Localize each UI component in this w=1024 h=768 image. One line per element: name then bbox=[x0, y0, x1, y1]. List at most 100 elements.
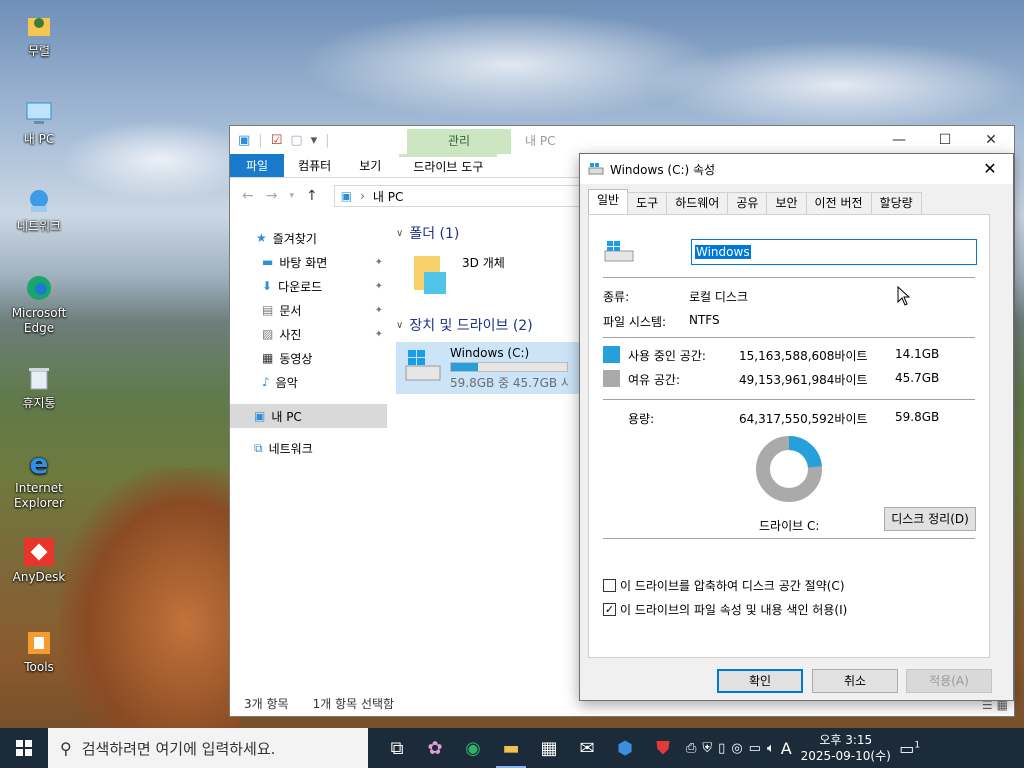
tab-hardware[interactable]: 하드웨어 bbox=[666, 192, 729, 214]
minimize-icon[interactable]: — bbox=[876, 126, 922, 154]
ie-icon: e bbox=[29, 446, 49, 480]
taskbar-search-box[interactable]: ⚲ 검색하려면 여기에 입력하세요. bbox=[48, 728, 368, 768]
capacity-label: 용량: bbox=[628, 412, 655, 426]
volume-icon[interactable]: 🔈︎ bbox=[767, 741, 775, 756]
nav-item-videos[interactable]: ▦ 동영상 bbox=[230, 346, 387, 370]
checkbox[interactable] bbox=[603, 579, 616, 592]
close-icon[interactable]: ✕ bbox=[968, 126, 1014, 154]
status-bar: 3개 항목 1개 항목 선택함 bbox=[244, 695, 394, 712]
network-tray-icon[interactable]: ▭ bbox=[749, 741, 761, 756]
properties-icon[interactable]: ☑ bbox=[271, 133, 283, 148]
up-icon[interactable]: ↑ bbox=[306, 188, 318, 204]
drive-item-c[interactable]: Windows (C:) 59.8GB 중 45.7GB 사용 가능 bbox=[396, 342, 596, 394]
taskbar-apps: ⧉ ✿ ◉ ▬ ▦ ✉ ⬢ ⛊ bbox=[378, 728, 682, 768]
customize-qat-icon[interactable]: ▾ bbox=[311, 133, 318, 148]
start-button[interactable] bbox=[0, 728, 48, 768]
desktop-icon-network[interactable]: 네트워크 bbox=[8, 185, 70, 234]
item-count: 3개 항목 bbox=[244, 697, 289, 711]
nav-item-documents[interactable]: ▤ 문서 ✦ bbox=[230, 298, 387, 322]
dialog-title-bar: Windows (C:) 속성 ✕ bbox=[580, 154, 1013, 184]
tab-general[interactable]: 일반 bbox=[588, 189, 629, 214]
ribbon-tab-computer[interactable]: 컴퓨터 bbox=[284, 154, 345, 177]
edge-icon[interactable]: ◉ bbox=[454, 728, 492, 768]
desktop-icon-ie[interactable]: e Internet Explorer bbox=[8, 447, 70, 511]
forward-icon[interactable]: → bbox=[266, 188, 278, 204]
drive-name-input[interactable]: Windows bbox=[691, 239, 977, 265]
capacity-gb: 59.8GB bbox=[895, 410, 940, 424]
manage-context-tab[interactable]: 관리 bbox=[407, 129, 511, 154]
computer-icon[interactable]: ▣ bbox=[238, 133, 250, 148]
drive-icon bbox=[588, 163, 604, 175]
desktop-icon-anydesk[interactable]: AnyDesk bbox=[8, 536, 70, 585]
clock[interactable]: 오후 3:15 2025-09-10(수) bbox=[800, 732, 892, 764]
separator bbox=[603, 337, 975, 338]
printer-icon[interactable]: ⎙ bbox=[686, 741, 696, 756]
pin-icon[interactable]: ✦ bbox=[375, 257, 383, 268]
drive-properties-dialog: Windows (C:) 속성 ✕ 일반 도구 하드웨어 공유 보안 이전 버전… bbox=[579, 153, 1014, 701]
usage-donut-chart bbox=[755, 435, 823, 503]
usb-icon[interactable]: ▯ bbox=[718, 741, 725, 756]
back-icon[interactable]: ← bbox=[242, 188, 254, 204]
close-icon[interactable]: ✕ bbox=[967, 154, 1013, 184]
tab-sharing[interactable]: 공유 bbox=[727, 192, 768, 214]
new-folder-icon[interactable]: ▢ bbox=[290, 133, 302, 148]
desktop-icon-recycle-bin[interactable]: 휴지통 bbox=[8, 362, 70, 411]
recent-locations-icon[interactable]: ▾ bbox=[289, 191, 294, 201]
breadcrumb[interactable]: 내 PC bbox=[373, 188, 403, 205]
ribbon-tab-drive-tools[interactable]: 드라이브 도구 bbox=[399, 154, 498, 177]
notification-center-icon[interactable]: ▭1 bbox=[892, 739, 928, 758]
tab-quota[interactable]: 할당량 bbox=[870, 192, 922, 214]
tab-previous-versions[interactable]: 이전 버전 bbox=[805, 192, 872, 214]
security-app-icon[interactable]: ⬢ bbox=[606, 728, 644, 768]
nav-item-music[interactable]: ♪ 음악 bbox=[230, 370, 387, 394]
ok-button[interactable]: 확인 bbox=[717, 669, 803, 693]
nav-item-network[interactable]: ⧉ 네트워크 bbox=[230, 436, 387, 460]
desktop-icon-edge[interactable]: Microsoft Edge bbox=[8, 272, 70, 336]
pin-icon[interactable]: ✦ bbox=[375, 305, 383, 316]
drive-label: 드라이브 C: bbox=[759, 519, 820, 533]
used-space-bytes: 15,163,588,608바이트 bbox=[739, 349, 868, 363]
folders-group-header[interactable]: ∨ 폴더 (1) bbox=[396, 222, 596, 244]
camera-icon[interactable]: ◎ bbox=[731, 741, 742, 756]
clock-time: 오후 3:15 bbox=[819, 733, 873, 747]
shield-icon[interactable]: ⛊ bbox=[644, 728, 682, 768]
pin-icon[interactable]: ✦ bbox=[375, 329, 383, 340]
computer-icon bbox=[23, 98, 55, 130]
tab-tools[interactable]: 도구 bbox=[627, 192, 668, 214]
file-explorer-icon[interactable]: ▬ bbox=[492, 728, 530, 768]
desktop-icon-label: 네트워크 bbox=[16, 219, 62, 233]
desktop-icon-tools[interactable]: Tools bbox=[8, 626, 70, 675]
mail-icon[interactable]: ✉ bbox=[568, 728, 606, 768]
cancel-button[interactable]: 취소 bbox=[812, 669, 898, 693]
ribbon-tab-file[interactable]: 파일 bbox=[230, 154, 285, 177]
ime-indicator[interactable]: A bbox=[781, 739, 792, 758]
defender-icon[interactable]: ⛨ bbox=[702, 741, 712, 756]
desktop-icon-user[interactable]: 무렬 bbox=[8, 10, 70, 59]
apply-button[interactable]: 적용(A) bbox=[906, 669, 992, 693]
folder-item-3d-objects[interactable]: 3D 개체 bbox=[396, 244, 596, 314]
desktop-icon-label: Tools bbox=[24, 660, 54, 674]
address-bar[interactable]: ▣ › 내 PC bbox=[333, 185, 584, 207]
nav-item-this-pc[interactable]: ▣ 내 PC bbox=[230, 404, 387, 428]
nav-item-pictures[interactable]: ▨ 사진 ✦ bbox=[230, 322, 387, 346]
task-view-icon[interactable]: ⧉ bbox=[378, 728, 416, 768]
drives-group-header[interactable]: ∨ 장치 및 드라이브 (2) bbox=[396, 314, 596, 336]
network-icon: ⧉ bbox=[254, 440, 263, 455]
copilot-icon[interactable]: ✿ bbox=[416, 728, 454, 768]
content-pane: ∨ 폴더 (1) 3D 개체 ∨ 장치 및 드라이브 (2) Windows (… bbox=[396, 222, 596, 394]
desktop-icon-this-pc[interactable]: 내 PC bbox=[8, 98, 70, 147]
nav-quick-access[interactable]: ★ 즐겨찾기 bbox=[230, 226, 387, 250]
ribbon-tab-view[interactable]: 보기 bbox=[345, 154, 395, 177]
store-icon[interactable]: ▦ bbox=[530, 728, 568, 768]
compress-drive-checkbox[interactable]: 이 드라이브를 압축하여 디스크 공간 절약(C) bbox=[603, 577, 845, 594]
edge-icon bbox=[23, 272, 55, 304]
tab-security[interactable]: 보안 bbox=[766, 192, 807, 214]
pin-icon[interactable]: ✦ bbox=[375, 281, 383, 292]
desktop-icon-label: 내 PC bbox=[23, 132, 55, 146]
nav-item-desktop[interactable]: ▬ 바탕 화면 ✦ bbox=[230, 250, 387, 274]
checkbox[interactable]: ✓ bbox=[603, 603, 616, 616]
nav-item-downloads[interactable]: ⬇ 다운로드 ✦ bbox=[230, 274, 387, 298]
maximize-icon[interactable]: ☐ bbox=[922, 126, 968, 154]
index-drive-checkbox[interactable]: ✓ 이 드라이브의 파일 속성 및 내용 색인 허용(I) bbox=[603, 601, 847, 618]
disk-cleanup-button[interactable]: 디스크 정리(D) bbox=[884, 507, 976, 531]
